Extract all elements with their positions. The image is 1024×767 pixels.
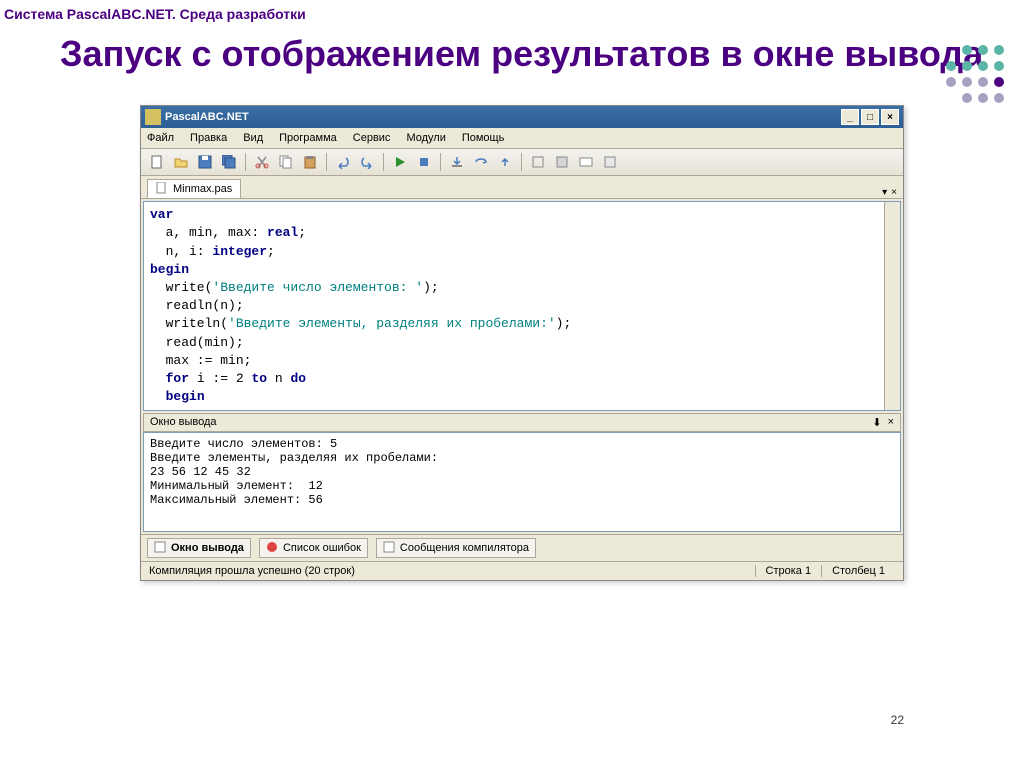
output-tab-icon xyxy=(154,541,168,555)
tool-1-icon[interactable] xyxy=(528,152,548,172)
compiler-tab-icon xyxy=(383,541,397,555)
toolbar xyxy=(141,149,903,176)
page-number: 22 xyxy=(891,713,904,727)
paste-icon[interactable] xyxy=(300,152,320,172)
open-file-icon[interactable] xyxy=(171,152,191,172)
tool-3-icon[interactable] xyxy=(576,152,596,172)
output-title: Окно вывода xyxy=(150,416,872,429)
close-button[interactable]: × xyxy=(881,109,899,125)
tab-close-icon[interactable]: × xyxy=(891,187,897,198)
undo-icon[interactable] xyxy=(333,152,353,172)
menu-edit[interactable]: Правка xyxy=(190,132,227,144)
menu-modules[interactable]: Модули xyxy=(406,132,445,144)
file-icon xyxy=(156,182,170,196)
tool-4-icon[interactable] xyxy=(600,152,620,172)
tab-compiler[interactable]: Сообщения компилятора xyxy=(376,538,536,558)
ide-window: PascalABC.NET _ □ × Файл Правка Вид Прог… xyxy=(140,105,904,581)
step-over-icon[interactable] xyxy=(471,152,491,172)
step-into-icon[interactable] xyxy=(447,152,467,172)
status-compile: Компиляция прошла успешно (20 строк) xyxy=(149,565,755,577)
panel-close-icon[interactable]: × xyxy=(888,416,894,429)
copy-icon[interactable] xyxy=(276,152,296,172)
statusbar: Компиляция прошла успешно (20 строк) Стр… xyxy=(141,561,903,580)
decoration-dots xyxy=(924,45,1004,109)
titlebar[interactable]: PascalABC.NET _ □ × xyxy=(141,106,903,128)
slide-title: Запуск с отображением результатов в окне… xyxy=(0,22,1024,85)
errors-tab-icon xyxy=(266,541,280,555)
file-tab[interactable]: Minmax.pas xyxy=(147,179,241,198)
menu-help[interactable]: Помощь xyxy=(462,132,505,144)
cut-icon[interactable] xyxy=(252,152,272,172)
stop-icon[interactable] xyxy=(414,152,434,172)
code-editor[interactable]: var a, min, max: real; n, i: integer;beg… xyxy=(143,201,901,411)
status-line: Строка 1 xyxy=(755,565,822,577)
tab-output[interactable]: Окно вывода xyxy=(147,538,251,558)
pin-icon[interactable]: ⬇ xyxy=(872,416,881,429)
scrollbar-vertical[interactable] xyxy=(884,202,900,410)
new-file-icon[interactable] xyxy=(147,152,167,172)
titlebar-text: PascalABC.NET xyxy=(165,111,841,123)
menu-service[interactable]: Сервис xyxy=(353,132,391,144)
menubar: Файл Правка Вид Программа Сервис Модули … xyxy=(141,128,903,149)
save-all-icon[interactable] xyxy=(219,152,239,172)
step-out-icon[interactable] xyxy=(495,152,515,172)
status-column: Столбец 1 xyxy=(821,565,895,577)
menu-view[interactable]: Вид xyxy=(243,132,263,144)
tab-strip: Minmax.pas ▾ × xyxy=(141,176,903,199)
bottom-tabs: Окно вывода Список ошибок Сообщения комп… xyxy=(141,534,903,561)
redo-icon[interactable] xyxy=(357,152,377,172)
tab-dropdown-icon[interactable]: ▾ xyxy=(882,187,887,198)
tool-2-icon[interactable] xyxy=(552,152,572,172)
slide-header: Система PascalABC.NET. Среда разработки xyxy=(0,0,1024,22)
tab-label: Minmax.pas xyxy=(173,183,232,195)
run-icon[interactable] xyxy=(390,152,410,172)
save-icon[interactable] xyxy=(195,152,215,172)
minimize-button[interactable]: _ xyxy=(841,109,859,125)
output-panel: Окно вывода ⬇ × Введите число элементов:… xyxy=(143,413,901,532)
app-icon xyxy=(145,109,161,125)
tab-errors[interactable]: Список ошибок xyxy=(259,538,368,558)
menu-file[interactable]: Файл xyxy=(147,132,174,144)
maximize-button[interactable]: □ xyxy=(861,109,879,125)
output-body[interactable]: Введите число элементов: 5 Введите элеме… xyxy=(143,432,901,532)
menu-program[interactable]: Программа xyxy=(279,132,337,144)
